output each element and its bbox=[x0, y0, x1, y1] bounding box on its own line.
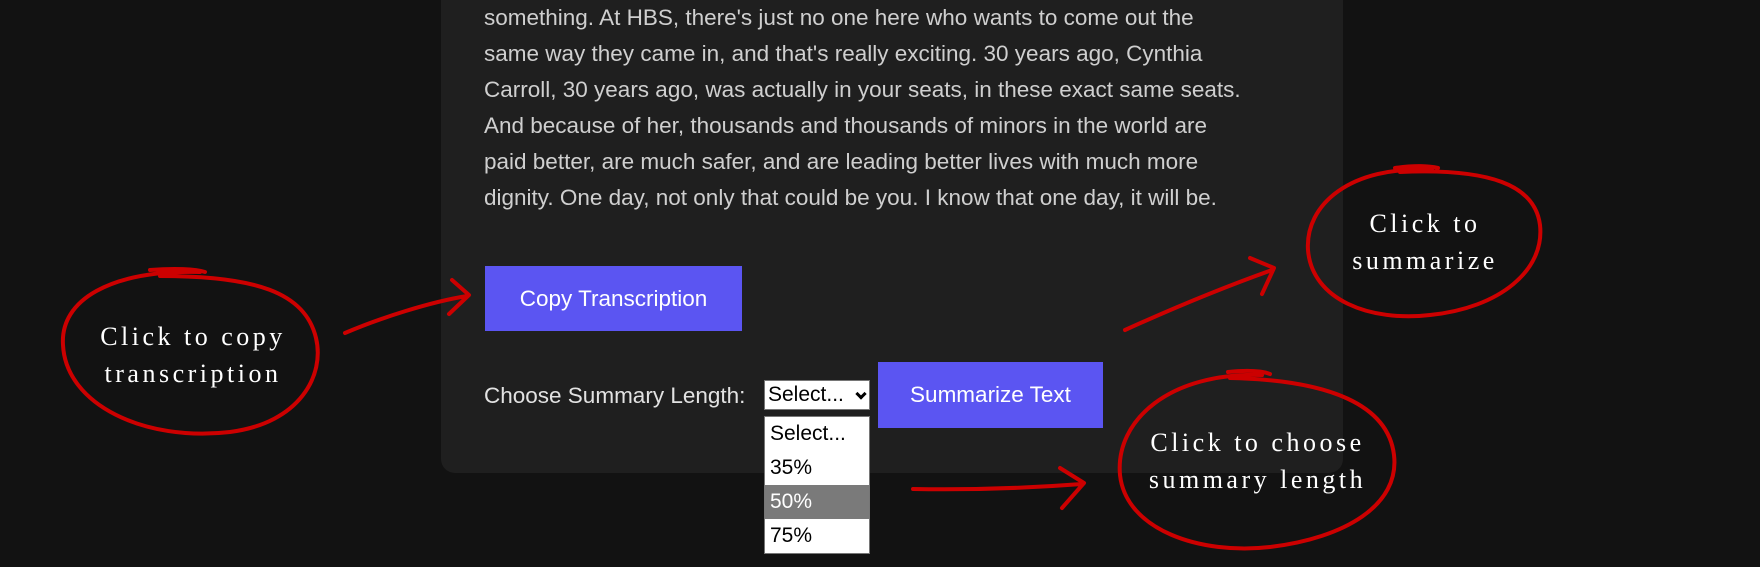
annotation-arrow-length bbox=[911, 466, 1086, 510]
annotation-copy-text: Click to copy transcription bbox=[100, 322, 286, 388]
transcript-line: paid better, are much safer, and are lea… bbox=[484, 149, 1199, 174]
select-value: Select... bbox=[768, 383, 844, 406]
dropdown-option-50[interactable]: 50% bbox=[765, 485, 869, 519]
summary-length-dropdown: Select... 35% 50% 75% bbox=[764, 416, 870, 554]
transcript-line: something. At HBS, there's just no one h… bbox=[484, 5, 1194, 30]
transcript-line: same way they came in, and that's really… bbox=[484, 41, 1203, 66]
copy-transcription-button[interactable]: Copy Transcription bbox=[485, 266, 742, 331]
transcript-line: And because of her, thousands and thousa… bbox=[484, 113, 1207, 138]
dropdown-option-select[interactable]: Select... bbox=[765, 417, 869, 451]
chevron-down-icon bbox=[855, 388, 867, 400]
annotation-length-text: Click to choose summary length bbox=[1148, 428, 1367, 494]
summary-length-label: Choose Summary Length: bbox=[484, 383, 746, 408]
app-page: something. At HBS, there's just no one h… bbox=[0, 0, 1760, 567]
transcript-line: Carroll, 30 years ago, was actually in y… bbox=[484, 77, 1241, 102]
transcript-line: dignity. One day, not only that could be… bbox=[484, 185, 1217, 210]
transcription-text: something. At HBS, there's just no one h… bbox=[484, 0, 1284, 216]
dropdown-option-75[interactable]: 75% bbox=[765, 519, 869, 553]
dropdown-option-35[interactable]: 35% bbox=[765, 451, 869, 485]
summary-length-select[interactable]: Select... bbox=[764, 380, 870, 410]
summarize-text-button[interactable]: Summarize Text bbox=[878, 362, 1103, 428]
annotation-summarize-text: Click to summarize bbox=[1352, 209, 1498, 275]
